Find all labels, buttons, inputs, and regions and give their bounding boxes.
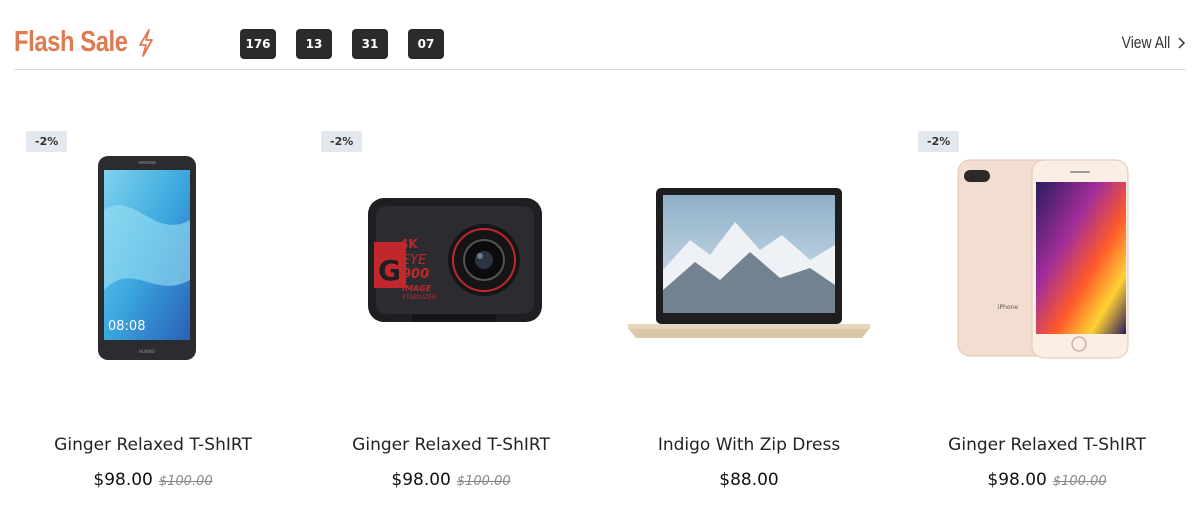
product-name[interactable]: Indigo With Zip Dress xyxy=(600,435,898,455)
chevron-right-icon xyxy=(1178,37,1186,49)
product-card[interactable]: Indigo With Zip Dress $88.00 xyxy=(600,70,898,519)
product-name[interactable]: Ginger Relaxed T-ShIRT xyxy=(302,435,600,455)
discount-badge: -2% xyxy=(918,131,960,152)
flash-sale-header: Flash Sale 176 13 31 07 View All xyxy=(14,0,1186,70)
title-wrap: Flash Sale xyxy=(14,26,156,59)
old-price: $100.00 xyxy=(158,474,213,489)
svg-text:G: G xyxy=(378,254,401,287)
view-all-link[interactable]: View All xyxy=(1111,33,1186,53)
svg-text:EYE: EYE xyxy=(402,253,427,268)
product-card[interactable]: -2% iPhone Ginger Relaxed T-ShIRT $98.00 xyxy=(898,70,1194,519)
svg-text:900: 900 xyxy=(402,267,429,282)
timer-hours: 13 xyxy=(296,29,332,59)
current-price: $98.00 xyxy=(987,470,1047,490)
svg-text:4K: 4K xyxy=(400,237,418,251)
lightning-icon xyxy=(139,28,153,57)
price-row: $98.00 $100.00 xyxy=(302,470,600,490)
current-price: $98.00 xyxy=(391,470,451,490)
timer-days: 176 xyxy=(240,29,276,59)
smartphone-icon: 08:08 HUAWEI xyxy=(98,156,196,360)
current-price: $98.00 xyxy=(93,470,153,490)
timer-seconds: 07 xyxy=(408,29,444,59)
price-row: $98.00 $100.00 xyxy=(898,470,1194,490)
discount-badge: -2% xyxy=(26,131,68,152)
price-row: $88.00 xyxy=(600,470,898,490)
price-row: $98.00 $100.00 xyxy=(4,470,302,490)
svg-text:IMAGE: IMAGE xyxy=(402,284,432,293)
product-grid: -2% 08:08 HUAWEI Ginger Relaxed T-ShIRT … xyxy=(0,70,1194,519)
section-title: Flash Sale xyxy=(14,26,128,58)
old-price: $100.00 xyxy=(456,474,511,489)
product-card[interactable]: -2% G 4K EYE 900 IMAGE STABILIZER Ginger… xyxy=(302,70,600,519)
view-all-label: View All xyxy=(1121,33,1170,52)
svg-text:HUAWEI: HUAWEI xyxy=(139,349,155,354)
product-name[interactable]: Ginger Relaxed T-ShIRT xyxy=(898,435,1194,455)
iphone-icon: iPhone xyxy=(957,159,1129,359)
svg-text:08:08: 08:08 xyxy=(108,319,145,334)
svg-text:iPhone: iPhone xyxy=(998,304,1019,311)
discount-badge: -2% xyxy=(321,131,363,152)
current-price: $88.00 xyxy=(719,470,779,490)
old-price: $100.00 xyxy=(1052,474,1107,489)
product-card[interactable]: -2% 08:08 HUAWEI Ginger Relaxed T-ShIRT … xyxy=(4,70,302,519)
countdown-timer: 176 13 31 07 xyxy=(240,29,444,59)
svg-text:STABILIZER: STABILIZER xyxy=(402,294,436,301)
laptop-icon xyxy=(628,188,870,338)
timer-minutes: 31 xyxy=(352,29,388,59)
action-camera-icon: G 4K EYE 900 IMAGE STABILIZER xyxy=(368,198,542,322)
product-name[interactable]: Ginger Relaxed T-ShIRT xyxy=(4,435,302,455)
